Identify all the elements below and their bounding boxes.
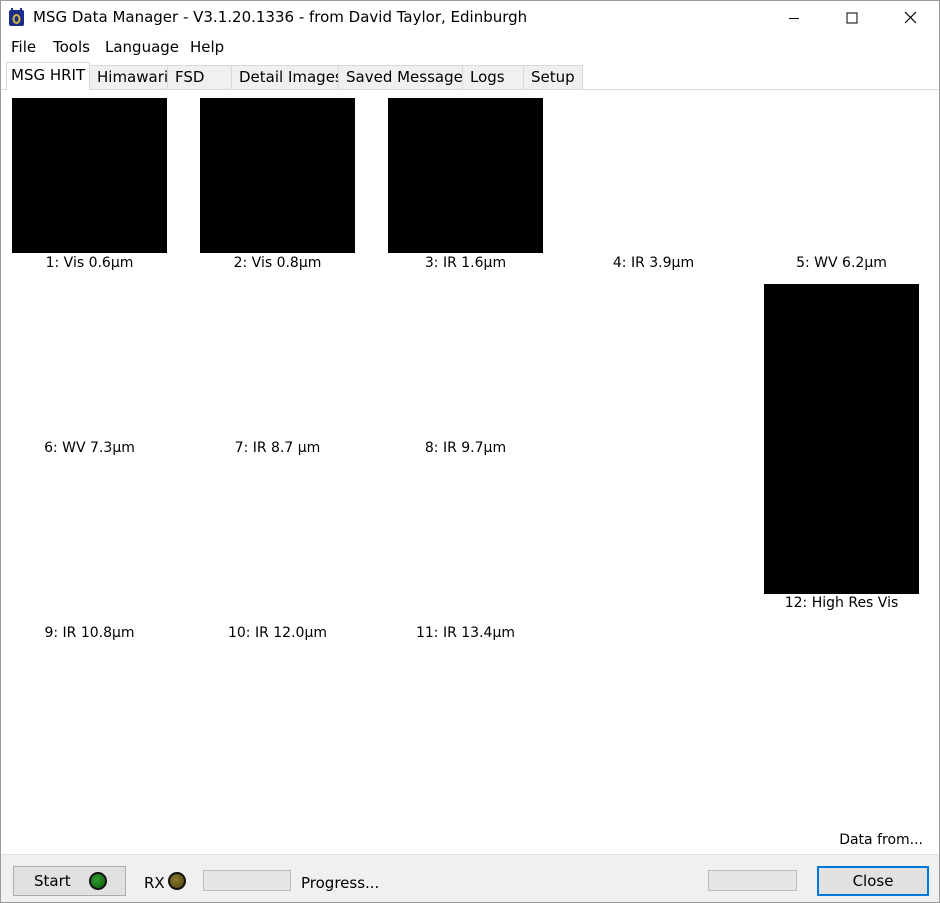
- tab-logs[interactable]: Logs: [462, 65, 524, 89]
- tab-setup[interactable]: Setup: [523, 65, 583, 89]
- channel-12-label: 12: High Res Vis: [784, 595, 899, 611]
- tab-divider: [1, 89, 939, 90]
- tab-msg-hrit[interactable]: MSG HRIT: [6, 62, 90, 90]
- progress-bar-secondary: [708, 870, 797, 891]
- menu-language[interactable]: Language: [105, 38, 179, 56]
- tab-detail-images[interactable]: Detail Images: [231, 65, 343, 89]
- start-led-indicator: [89, 872, 107, 890]
- progress-bar-primary: [203, 870, 291, 891]
- app-window: MSG Data Manager - V3.1.20.1336 - from D…: [0, 0, 940, 903]
- data-from-link[interactable]: Data from...: [839, 832, 923, 848]
- channel-10-label: 10: IR 12.0µm: [227, 625, 327, 641]
- channel-5-label: 5: WV 6.2µm: [796, 255, 887, 271]
- menu-tools[interactable]: Tools: [53, 38, 90, 56]
- maximize-button[interactable]: [823, 1, 881, 34]
- maximize-icon: [846, 12, 858, 23]
- channel-8-label: 8: IR 9.7µm: [424, 440, 507, 456]
- channel-12-image[interactable]: [764, 284, 919, 594]
- progress-text: Progress...: [301, 874, 380, 892]
- start-button-label: Start: [34, 872, 71, 890]
- tab-saved-messages[interactable]: Saved Messages: [338, 65, 471, 89]
- channel-3-label: 3: IR 1.6µm: [424, 255, 507, 271]
- menu-bar: File Tools Language Help: [1, 35, 939, 59]
- close-window-button[interactable]: [881, 1, 939, 34]
- minimize-button[interactable]: [765, 1, 823, 34]
- window-title: MSG Data Manager - V3.1.20.1336 - from D…: [33, 8, 528, 26]
- channel-1-image[interactable]: [12, 98, 167, 253]
- rx-label: RX: [144, 874, 165, 892]
- msg-satellite-app-icon: [9, 8, 24, 26]
- channel-1-label: 1: Vis 0.6µm: [45, 255, 134, 271]
- channel-7-label: 7: IR 8.7 µm: [234, 440, 321, 456]
- channel-6-label: 6: WV 7.3µm: [44, 440, 135, 456]
- tab-fsd[interactable]: FSD: [167, 65, 232, 89]
- channel-11-label: 11: IR 13.4µm: [415, 625, 515, 641]
- status-bar: Start RX Progress... Close: [1, 854, 939, 902]
- channel-9-label: 9: IR 10.8µm: [44, 625, 135, 641]
- close-button[interactable]: Close: [817, 866, 929, 896]
- channel-2-label: 2: Vis 0.8µm: [233, 255, 322, 271]
- start-button[interactable]: Start: [13, 866, 126, 896]
- channel-3-image[interactable]: [388, 98, 543, 253]
- rx-led-indicator: [168, 872, 186, 890]
- close-icon: [904, 11, 916, 24]
- minimize-icon: [789, 17, 799, 19]
- title-bar[interactable]: MSG Data Manager - V3.1.20.1336 - from D…: [1, 1, 939, 34]
- channel-4-label: 4: IR 3.9µm: [612, 255, 695, 271]
- tab-himawari[interactable]: Himawari: [89, 65, 168, 89]
- menu-help[interactable]: Help: [190, 38, 224, 56]
- menu-file[interactable]: File: [11, 38, 36, 56]
- channel-2-image[interactable]: [200, 98, 355, 253]
